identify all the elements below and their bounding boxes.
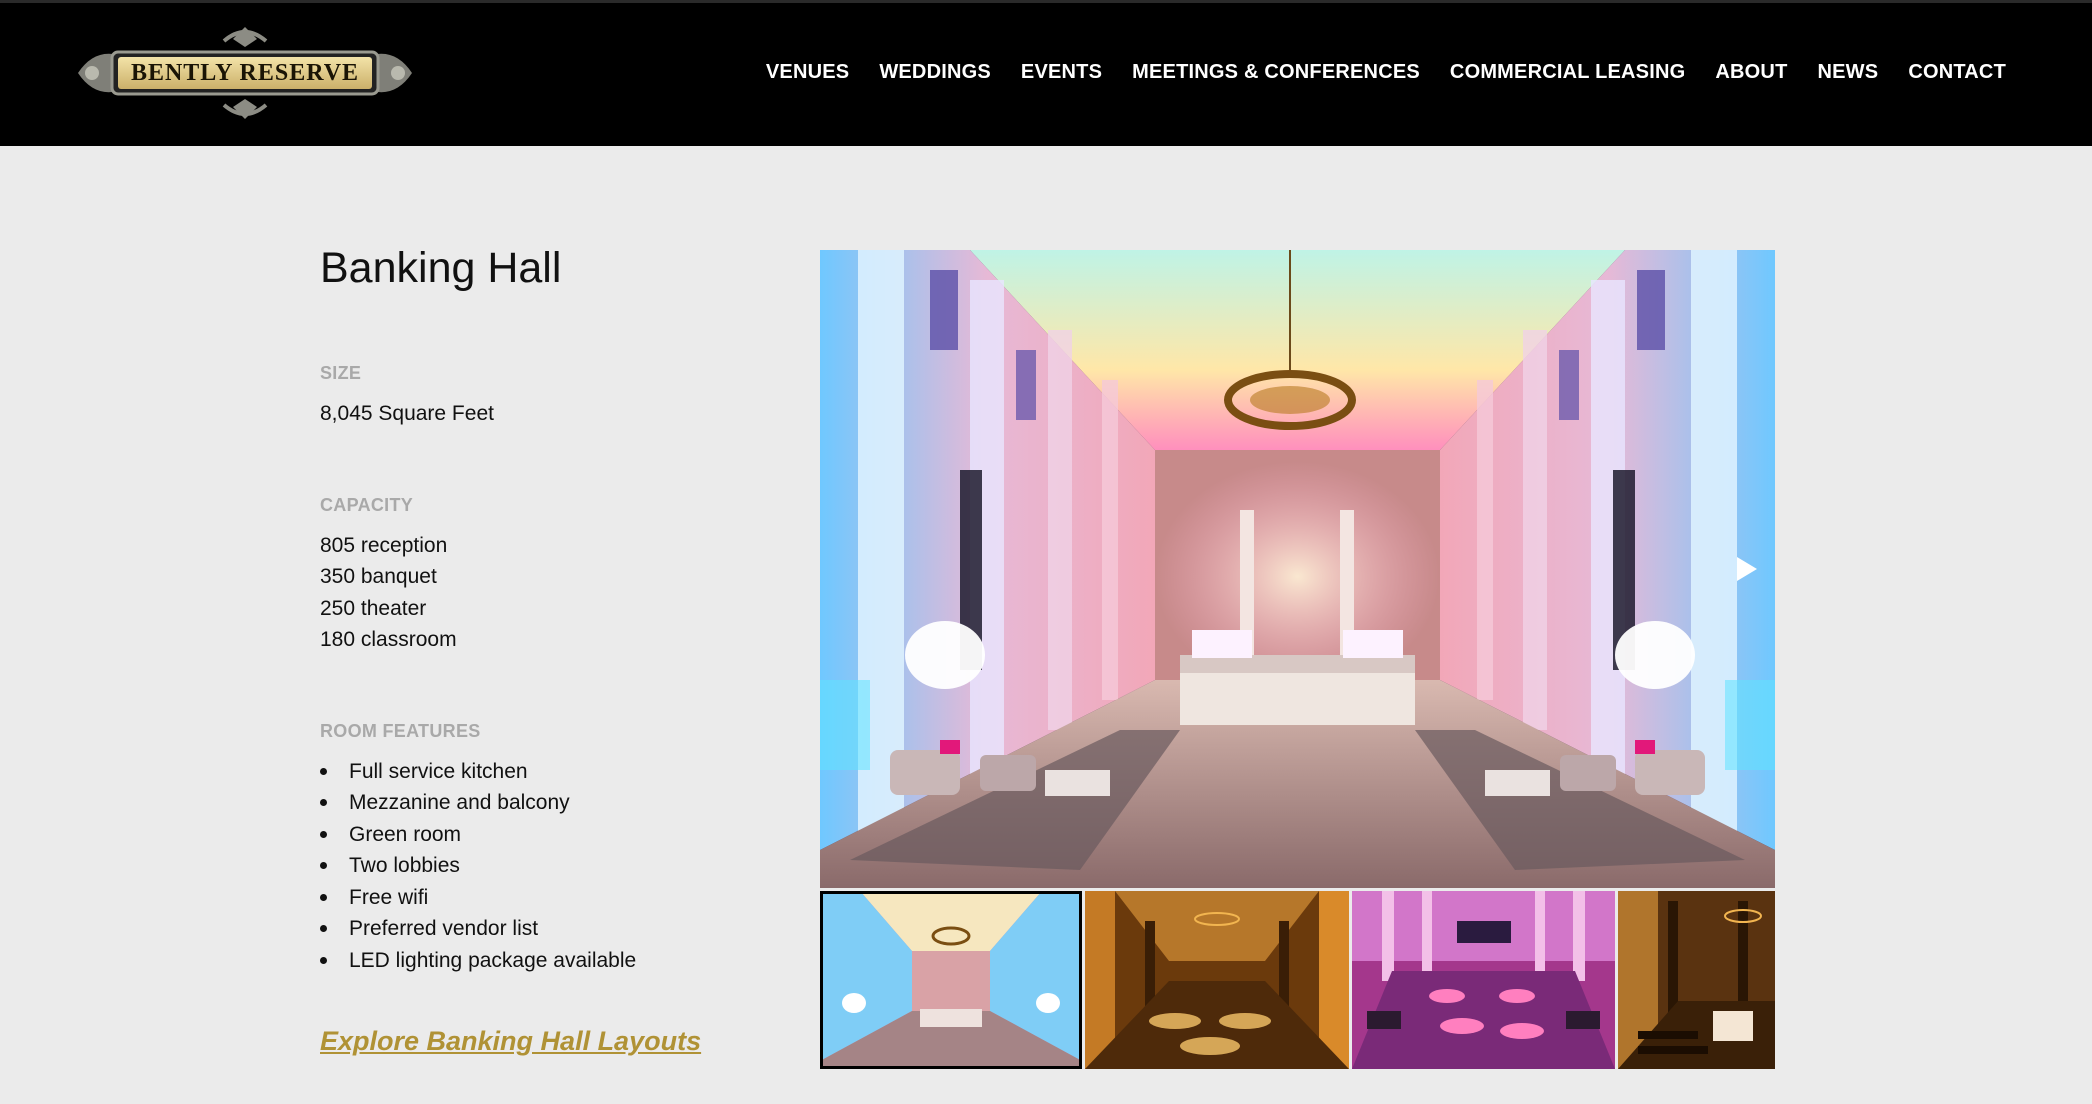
banking-hall-lounge-photo[interactable] [820,250,1775,888]
site-header: BENTLY RESERVE VENUES WEDDINGS EVENTS ME… [0,0,2092,146]
gold-banquet-thumb[interactable] [1085,891,1349,1069]
nav-venues[interactable]: VENUES [766,61,849,84]
bullet-icon [320,862,327,869]
main-nav: VENUES WEDDINGS EVENTS MEETINGS & CONFER… [736,61,2006,84]
capacity-list: 805 reception 350 banquet 250 theater 18… [320,530,800,656]
theater-ceremony-thumb-graphic [1618,891,1775,1069]
capacity-item: 350 banquet [320,565,437,588]
theater-ceremony-thumb[interactable] [1618,891,1775,1069]
feature-item: LED lighting package available [320,945,800,977]
feature-item: Preferred vendor list [320,913,800,945]
bullet-icon [320,893,327,901]
nav-news[interactable]: NEWS [1818,61,1879,84]
nav-about[interactable]: ABOUT [1715,61,1787,84]
bullet-icon [320,799,327,806]
feature-text: Free wifi [349,885,429,909]
lounge-setup-thumb-graphic [820,891,1082,1069]
lounge-setup-thumb[interactable] [820,891,1082,1069]
explore-layouts-link[interactable]: Explore Banking Hall Layouts [320,1026,701,1057]
feature-item: Free wifi [320,882,800,914]
bullet-icon [320,925,327,932]
capacity-item: 250 theater [320,596,427,620]
nav-weddings[interactable]: WEDDINGS [879,61,991,84]
feature-text: Preferred vendor list [349,917,539,940]
gold-banquet-thumb-graphic [1085,891,1349,1069]
feature-text: LED lighting package available [349,948,637,972]
nav-commercial-leasing[interactable]: COMMERCIAL LEASING [1450,61,1685,84]
nav-events[interactable]: EVENTS [1021,61,1102,84]
feature-text: Full service kitchen [349,759,528,783]
feature-text: Green room [349,822,462,846]
capacity-item: 180 classroom [320,628,457,651]
capacity-item: 805 reception [320,533,448,557]
bullet-icon [320,830,327,838]
nav-contact[interactable]: CONTACT [1908,61,2006,84]
feature-item: Full service kitchen [320,756,800,788]
feature-item: Mezzanine and balcony [320,787,800,819]
feature-text: Two lobbies [349,854,460,877]
main-photo-graphic [820,250,1775,888]
venue-info: Banking Hall SIZE 8,045 Square Feet CAPA… [320,240,800,1057]
feature-text: Mezzanine and balcony [349,791,570,814]
thumbnail-strip [820,891,1775,1069]
bently-reserve-logo[interactable]: BENTLY RESERVE [74,25,416,121]
play-arrow-icon[interactable] [1731,554,1761,584]
nav-meetings-conferences[interactable]: MEETINGS & CONFERENCES [1132,61,1420,84]
pink-banquet-thumb[interactable] [1352,891,1615,1069]
bullet-icon [320,767,327,775]
venue-title: Banking Hall [320,244,562,292]
size-label: SIZE [320,363,362,383]
room-features-label: ROOM FEATURES [320,720,481,741]
size-value: 8,045 Square Feet [320,402,494,425]
bullet-icon [320,956,327,964]
logo-text: BENTLY RESERVE [130,60,360,86]
room-features-list: Full service kitchen Mezzanine and balco… [320,756,800,977]
pink-banquet-thumb-graphic [1352,891,1615,1069]
venue-gallery [820,250,1775,1069]
feature-item: Green room [320,819,800,851]
feature-item: Two lobbies [320,850,800,882]
capacity-label: CAPACITY [320,494,414,515]
